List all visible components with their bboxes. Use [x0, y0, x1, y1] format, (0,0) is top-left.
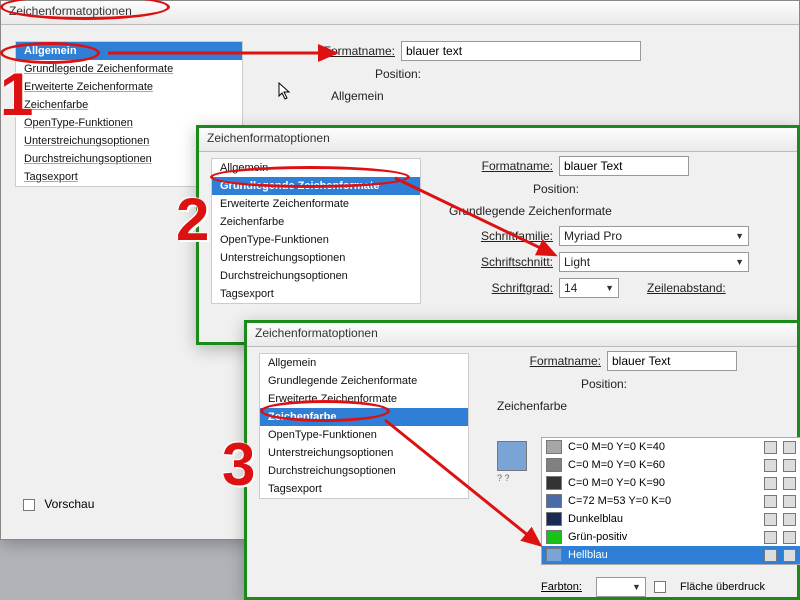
formatname-label: Formatname: [291, 44, 401, 58]
sidebar2-allgemein[interactable]: Allgemein [212, 159, 420, 177]
formatname-input-3[interactable] [607, 351, 737, 371]
color-type-icon [783, 495, 796, 508]
sidebar-panel2: Allgemein Grundlegende Zeichenformate Er… [211, 158, 421, 304]
dialog-title: Zeichenformatoptionen [1, 1, 799, 25]
sidebar-panel3: Allgemein Grundlegende Zeichenformate Er… [259, 353, 469, 499]
formatname-input-2[interactable] [559, 156, 689, 176]
schriftgrad-value: 14 [564, 281, 577, 295]
color-name: C=0 M=0 Y=0 K=40 [568, 441, 758, 453]
preview-checkbox[interactable] [23, 499, 35, 511]
sidebar2-unterstreichung[interactable]: Unterstreichungsoptionen [212, 249, 420, 267]
sidebar-item-allgemein[interactable]: Allgemein [16, 42, 242, 60]
formatname-label-3: Formatname: [497, 354, 607, 368]
color-swatch [546, 530, 562, 544]
chevron-down-icon: ▼ [605, 283, 614, 293]
sidebar3-opentype[interactable]: OpenType-Funktionen [260, 426, 468, 444]
schriftfamilie-dropdown[interactable]: Myriad Pro ▼ [559, 226, 749, 246]
sidebar2-tagsexport[interactable]: Tagsexport [212, 285, 420, 303]
schriftschnitt-value: Light [564, 255, 590, 269]
position-label-2: Position: [449, 182, 585, 196]
preview-label: Vorschau [44, 497, 94, 511]
farbton-dropdown[interactable]: ▼ [596, 577, 646, 597]
color-mode-icon [764, 549, 777, 562]
schriftfamilie-value: Myriad Pro [564, 229, 622, 243]
schriftgrad-dropdown[interactable]: 14 ▼ [559, 278, 619, 298]
sidebar2-opentype[interactable]: OpenType-Funktionen [212, 231, 420, 249]
color-name: C=0 M=0 Y=0 K=90 [568, 477, 758, 489]
sidebar3-zeichenfarbe[interactable]: Zeichenfarbe [260, 408, 468, 426]
fill-overprint-checkbox[interactable] [654, 581, 666, 593]
formatname-label-2: Formatname: [449, 159, 559, 173]
sidebar3-grundlegende[interactable]: Grundlegende Zeichenformate [260, 372, 468, 390]
color-swatch-list[interactable]: C=0 M=0 Y=0 K=40 C=0 M=0 Y=0 K=60 C=0 M=0 … [541, 437, 800, 565]
color-type-icon [783, 441, 796, 454]
sidebar-item-erweiterte[interactable]: Erweiterte Zeichenformate [16, 78, 242, 96]
schriftschnitt-label: Schriftschnitt: [449, 255, 559, 269]
color-mode-icon [764, 441, 777, 454]
section-heading-1: Allgemein [331, 87, 771, 111]
dialog-title-3: Zeichenformatoptionen [247, 323, 797, 347]
color-name: C=72 M=53 Y=0 K=0 [568, 495, 758, 507]
color-mode-icon [764, 477, 777, 490]
color-swatch [546, 512, 562, 526]
color-type-icon [783, 549, 796, 562]
color-name: Hellblau [568, 549, 758, 561]
dialog-2: Zeichenformatoptionen Allgemein Grundleg… [196, 125, 800, 345]
sidebar3-durchstreichung[interactable]: Durchstreichungsoptionen [260, 462, 468, 480]
farbton-label: Farbton: [541, 581, 588, 593]
color-type-icon [783, 459, 796, 472]
sidebar2-grundlegende[interactable]: Grundlegende Zeichenformate [212, 177, 420, 195]
zeilenabstand-label: Zeilenabstand: [647, 281, 726, 295]
fill-overprint-label: Fläche überdruck [680, 581, 765, 593]
sidebar3-allgemein[interactable]: Allgemein [260, 354, 468, 372]
color-swatch [546, 440, 562, 454]
sidebar2-zeichenfarbe[interactable]: Zeichenfarbe [212, 213, 420, 231]
color-name: Dunkelblau [568, 513, 758, 525]
color-preview-swatch [497, 441, 527, 471]
color-type-icon [783, 477, 796, 490]
color-mode-icon [764, 495, 777, 508]
color-row[interactable]: Hellblau [542, 546, 800, 564]
sidebar3-unterstreichung[interactable]: Unterstreichungsoptionen [260, 444, 468, 462]
position-label: Position: [291, 67, 427, 81]
section-heading-3: Zeichenfarbe [497, 397, 797, 421]
sidebar-item-grundlegende[interactable]: Grundlegende Zeichenformate [16, 60, 242, 78]
color-name: C=0 M=0 Y=0 K=60 [568, 459, 758, 471]
section-heading-2: Grundlegende Zeichenformate [449, 202, 789, 226]
color-type-icon [783, 531, 796, 544]
sidebar3-tagsexport[interactable]: Tagsexport [260, 480, 468, 498]
color-swatch [546, 476, 562, 490]
sidebar-item-zeichenfarbe[interactable]: Zeichenfarbe [16, 96, 242, 114]
sidebar2-durchstreichung[interactable]: Durchstreichungsoptionen [212, 267, 420, 285]
preview-checkbox-row[interactable]: Vorschau [23, 497, 94, 511]
color-row[interactable]: C=72 M=53 Y=0 K=0 [542, 492, 800, 510]
schriftschnitt-dropdown[interactable]: Light ▼ [559, 252, 749, 272]
dialog-3: Zeichenformatoptionen Allgemein Grundleg… [244, 320, 800, 600]
color-row[interactable]: Grün-positiv [542, 528, 800, 546]
color-swatch [546, 494, 562, 508]
chevron-down-icon: ▼ [735, 257, 744, 267]
color-type-icon [783, 513, 796, 526]
color-row[interactable]: C=0 M=0 Y=0 K=60 [542, 456, 800, 474]
color-mode-icon [764, 513, 777, 526]
color-mode-icon [764, 459, 777, 472]
color-row[interactable]: Dunkelblau [542, 510, 800, 528]
sidebar3-erweiterte[interactable]: Erweiterte Zeichenformate [260, 390, 468, 408]
color-mode-icon [764, 531, 777, 544]
formatname-input[interactable] [401, 41, 641, 61]
position-label-3: Position: [497, 377, 633, 391]
color-row[interactable]: C=0 M=0 Y=0 K=40 [542, 438, 800, 456]
dialog-title-2: Zeichenformatoptionen [199, 128, 797, 152]
schriftfamilie-label: Schriftfamilie: [449, 229, 559, 243]
color-row[interactable]: C=0 M=0 Y=0 K=90 [542, 474, 800, 492]
schriftgrad-label: Schriftgrad: [449, 281, 559, 295]
sidebar2-erweiterte[interactable]: Erweiterte Zeichenformate [212, 195, 420, 213]
chevron-down-icon: ▼ [735, 231, 744, 241]
color-swatch [546, 548, 562, 562]
color-name: Grün-positiv [568, 531, 758, 543]
color-swatch [546, 458, 562, 472]
